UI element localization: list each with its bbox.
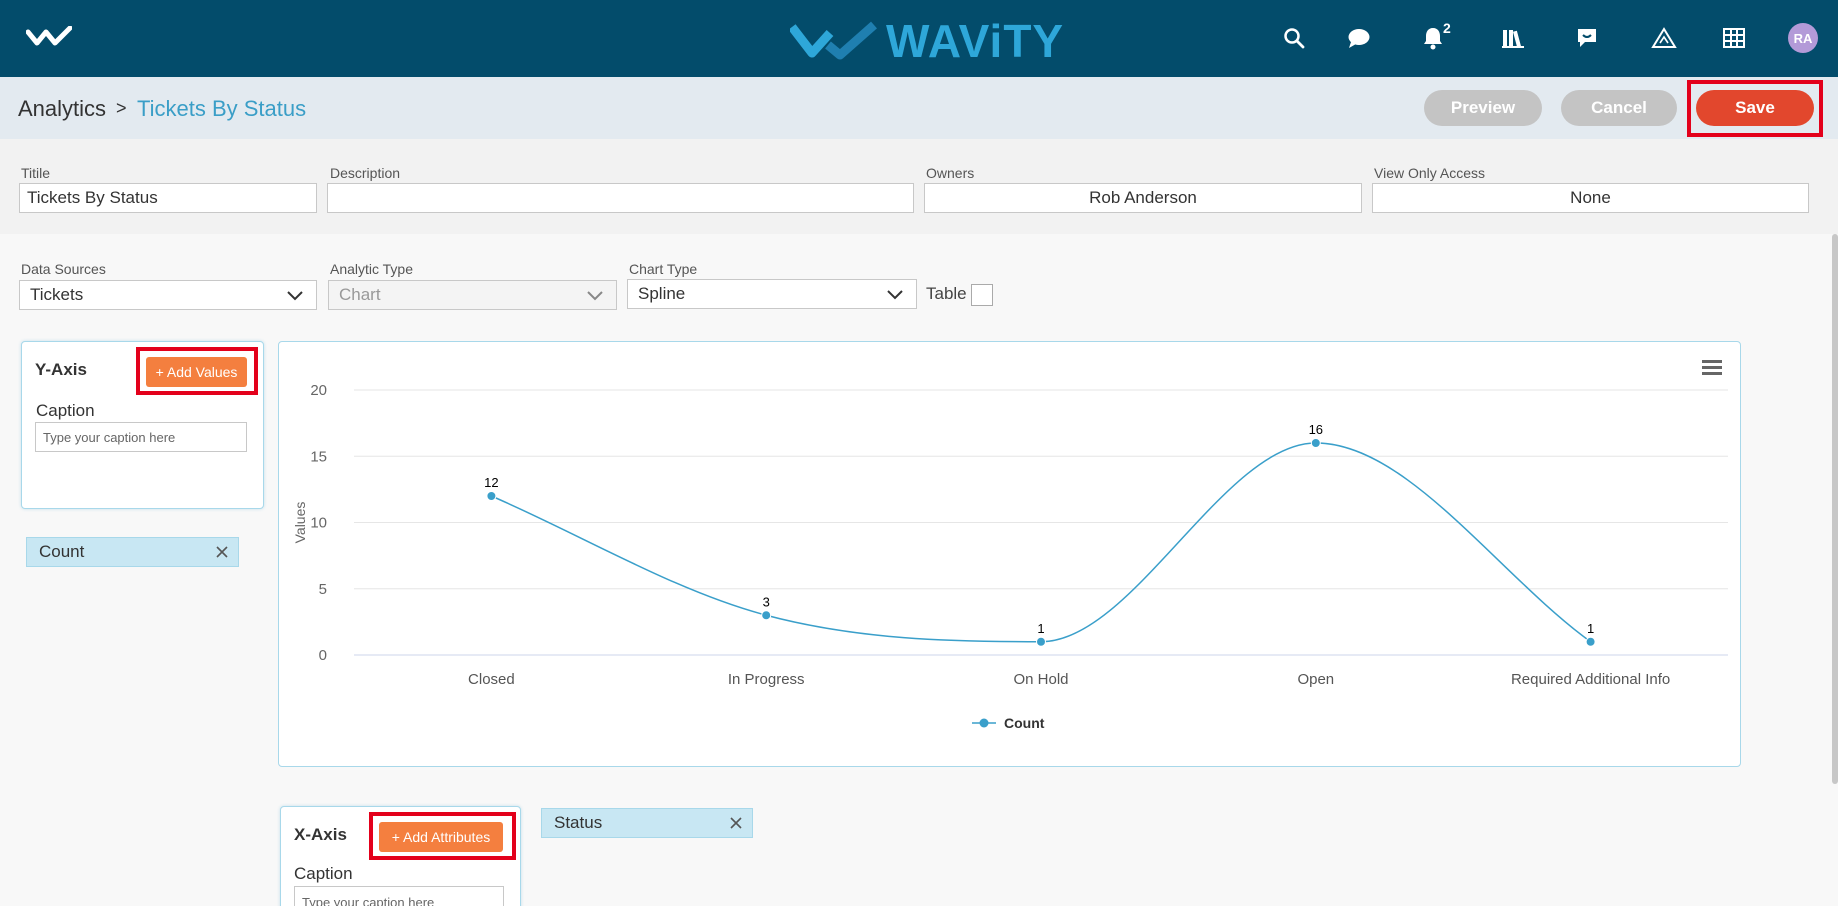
y-axis-label: Values: [292, 502, 308, 544]
y-axis-tag-label: Count: [39, 542, 85, 561]
y-axis-tag: Count: [26, 537, 239, 567]
title-label: Titile: [21, 165, 51, 181]
y-axis-title: Y-Axis: [35, 360, 87, 379]
data-label: 1: [1587, 621, 1594, 636]
chart-menu-icon: [1702, 360, 1722, 363]
chart-container: 0 5 10 15 20 Values Closed In Progress On Hold Op…: [278, 341, 1741, 767]
data-point: [1585, 636, 1596, 647]
chart-type-value: Spline: [638, 284, 686, 303]
data-label: 1: [1037, 621, 1044, 636]
x-caption-label: Caption: [294, 864, 353, 883]
cancel-button[interactable]: Cancel: [1561, 90, 1677, 126]
title-field[interactable]: Tickets By Status: [19, 183, 317, 213]
table-label: Table: [926, 284, 967, 303]
x-tick-label: Required Additional Info: [1511, 671, 1670, 688]
data-sources-select[interactable]: Tickets: [19, 280, 317, 310]
legend-label: Count: [1004, 715, 1045, 731]
notification-count: 2: [1443, 20, 1451, 36]
chart-menu-icon: [1702, 366, 1722, 369]
description-label: Description: [330, 165, 401, 181]
owners-label: Owners: [926, 165, 975, 181]
data-sources-label: Data Sources: [21, 261, 106, 277]
x-caption-input[interactable]: Type your caption here: [294, 886, 504, 906]
y-caption-label: Caption: [36, 401, 95, 420]
add-values-highlight-box: [136, 347, 258, 395]
user-avatar[interactable]: RA: [1788, 23, 1818, 53]
library-icon[interactable]: [1499, 24, 1527, 52]
brand-logo: WAViTY: [790, 14, 1064, 68]
x-tick-label: On Hold: [1013, 671, 1068, 688]
x-tick-label: In Progress: [728, 671, 805, 688]
close-icon[interactable]: [214, 544, 230, 560]
data-sources-value: Tickets: [30, 285, 84, 304]
top-nav-bar: WAViTY 2 RA: [0, 0, 1838, 77]
series-line: [491, 442, 1592, 643]
description-field[interactable]: [327, 183, 914, 213]
y-tick-label: 5: [319, 581, 327, 598]
add-attributes-highlight-box: [369, 812, 516, 860]
data-label: 12: [484, 475, 498, 490]
x-axis-tag: Status: [541, 808, 753, 838]
y-tick-label: 0: [319, 647, 327, 664]
chevron-down-icon: [887, 290, 903, 300]
data-point: [486, 491, 497, 501]
data-label: 3: [763, 594, 770, 609]
chevron-down-icon: [287, 291, 303, 301]
close-icon[interactable]: [728, 815, 744, 831]
y-tick-label: 10: [310, 515, 327, 532]
search-icon[interactable]: [1280, 24, 1308, 52]
breadcrumb-separator: >: [116, 98, 127, 118]
x-tick-label: Closed: [468, 671, 515, 688]
chart-type-label: Chart Type: [629, 261, 698, 277]
chat-icon[interactable]: [1345, 24, 1373, 52]
brand-mark-icon: [790, 21, 877, 60]
table-checkbox[interactable]: [971, 284, 993, 306]
y-caption-input[interactable]: Type your caption here: [35, 422, 247, 452]
data-point: [1036, 636, 1046, 647]
home-logo-icon[interactable]: [25, 25, 73, 53]
grid-icon[interactable]: [1720, 24, 1748, 52]
breadcrumb-root[interactable]: Analytics: [18, 96, 106, 122]
feedback-icon[interactable]: [1573, 24, 1601, 52]
data-point: [1310, 438, 1321, 448]
breadcrumb-current: Tickets By Status: [137, 96, 307, 121]
owners-field[interactable]: Rob Anderson: [924, 183, 1362, 213]
legend-marker: [979, 718, 989, 728]
view-only-field[interactable]: None: [1372, 183, 1809, 213]
y-tick-label: 15: [310, 448, 327, 465]
spline-chart: 0 5 10 15 20 Values Closed In Progress On Hold Op…: [292, 360, 1728, 731]
analytic-type-label: Analytic Type: [330, 261, 414, 277]
view-only-label: View Only Access: [1374, 165, 1486, 181]
hazard-icon[interactable]: [1650, 24, 1678, 52]
chart-type-select[interactable]: Spline: [627, 279, 917, 309]
chart-menu-icon: [1702, 372, 1722, 375]
x-tick-label: Open: [1297, 671, 1334, 688]
preview-button[interactable]: Preview: [1424, 90, 1542, 126]
x-axis-title: X-Axis: [294, 825, 347, 844]
page-scrollbar[interactable]: [1832, 234, 1838, 784]
x-axis-tag-label: Status: [554, 813, 603, 832]
data-label: 16: [1309, 422, 1323, 437]
data-point: [761, 610, 772, 621]
analytic-type-value: Chart: [339, 285, 381, 304]
y-tick-label: 20: [310, 382, 327, 399]
analytic-type-select: Chart: [328, 280, 617, 310]
brand-name: WAViTY: [886, 15, 1065, 67]
save-highlight-box: [1687, 80, 1823, 137]
chevron-down-icon: [587, 291, 603, 301]
